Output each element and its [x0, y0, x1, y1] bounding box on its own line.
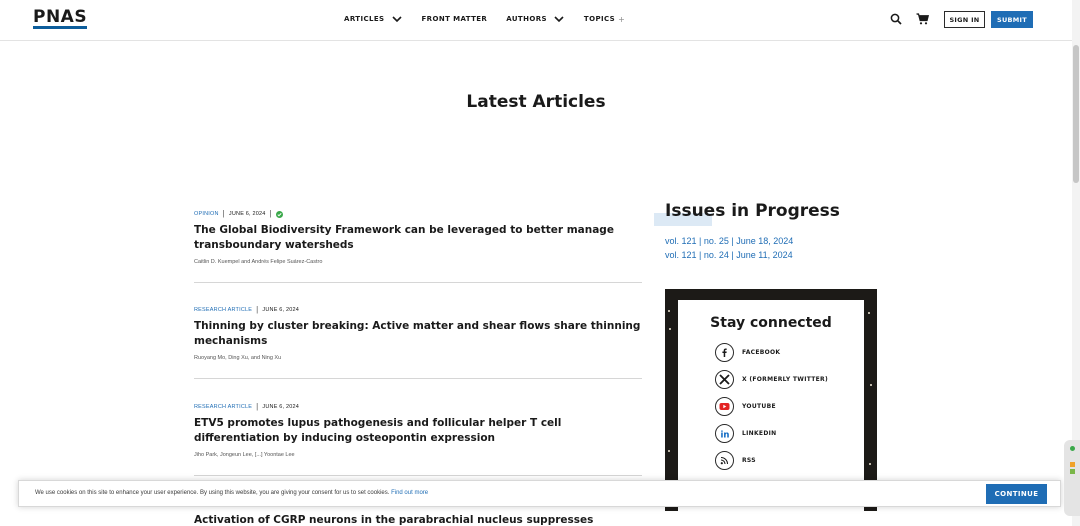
article-authors: Caitlin D. Kuempel and Andrés Felipe Suá…: [194, 259, 323, 265]
nav-topics-label: TOPICS: [583, 15, 616, 23]
meta-separator: |: [269, 209, 272, 218]
article-date: JUNE 6, 2024: [228, 211, 266, 217]
plus-icon: +: [618, 14, 626, 24]
scrollbar-thumb[interactable]: [1073, 45, 1079, 183]
decorative-dot: [668, 310, 670, 312]
article-title[interactable]: ETV5 promotes lupus pathogenesis and fol…: [194, 416, 642, 446]
main-nav: ARTICLES FRONT MATTER AUTHORS TOPICS +: [344, 12, 644, 26]
article-authors: Jiho Park, Jongeun Lee, [...] Yoontae Le…: [194, 452, 295, 458]
social-rss-link[interactable]: RSS: [715, 451, 756, 470]
article-type[interactable]: RESEARCH ARTICLE: [194, 307, 252, 313]
nav-topics[interactable]: TOPICS +: [584, 12, 625, 26]
cart-icon[interactable]: [916, 13, 929, 25]
article-title[interactable]: Thinning by cluster breaking: Active mat…: [194, 319, 642, 349]
article-meta: RESEARCH ARTICLE | JUNE 6, 2024: [194, 305, 642, 315]
social-label: YOUTUBE: [742, 403, 776, 410]
decorative-dot: [870, 384, 872, 386]
social-label: LINKEDIN: [742, 430, 777, 437]
linkedin-icon: in: [715, 424, 734, 443]
social-facebook-link[interactable]: FACEBOOK: [715, 343, 780, 362]
article-type[interactable]: OPINION: [194, 211, 219, 217]
facebook-icon: [715, 343, 734, 362]
sign-in-button[interactable]: SIGN IN: [944, 11, 985, 28]
youtube-icon: [715, 397, 734, 416]
decorative-dot: [868, 312, 870, 314]
search-icon[interactable]: [890, 13, 902, 25]
social-x-link[interactable]: X (FORMERLY TWITTER): [715, 370, 828, 389]
article-item: Activation of CGRP neurons in the parabr…: [194, 513, 642, 526]
widget-bar-icon: [1070, 462, 1075, 467]
social-youtube-link[interactable]: YOUTUBE: [715, 397, 776, 416]
nav-authors[interactable]: AUTHORS: [506, 12, 565, 26]
article-title[interactable]: The Global Biodiversity Framework can be…: [194, 223, 642, 253]
social-label: X (FORMERLY TWITTER): [742, 376, 829, 383]
meta-separator: |: [256, 305, 259, 314]
chevron-down-icon: [391, 16, 402, 23]
cookie-text: We use cookies on this site to enhance y…: [35, 490, 390, 496]
cookie-continue-button[interactable]: CONTINUE: [986, 484, 1047, 504]
status-dot-icon: [1070, 446, 1075, 451]
svg-text:in: in: [720, 430, 729, 439]
widget-bar-icon: [1070, 469, 1075, 474]
article-item: OPINION | JUNE 6, 2024 | The Global Biod…: [194, 209, 642, 283]
nav-articles-label: ARTICLES: [344, 15, 385, 23]
article-date: JUNE 6, 2024: [262, 307, 300, 313]
decorative-dot: [869, 463, 871, 465]
meta-separator: |: [222, 209, 225, 218]
feedback-widget[interactable]: [1064, 440, 1080, 516]
article-date: JUNE 6, 2024: [262, 404, 300, 410]
chevron-down-icon: [554, 16, 564, 23]
social-label: FACEBOOK: [742, 349, 781, 356]
nav-authors-label: AUTHORS: [506, 15, 547, 23]
issue-link[interactable]: vol. 121 | no. 25 | June 18, 2024: [665, 236, 793, 246]
article-meta: OPINION | JUNE 6, 2024 |: [194, 209, 642, 219]
page-title: Latest Articles: [466, 92, 606, 112]
nav-front-matter-label: FRONT MATTER: [421, 15, 488, 23]
nav-articles[interactable]: ARTICLES: [344, 12, 403, 26]
title-divider-shadow: [268, 131, 804, 139]
social-linkedin-link[interactable]: in LINKEDIN: [715, 424, 776, 443]
article-authors: Ruoyang Mo, Ding Xu, and Ning Xu: [194, 355, 282, 361]
x-twitter-icon: [715, 370, 734, 389]
issues-in-progress-heading: Issues in Progress: [665, 201, 840, 221]
article-title[interactable]: Activation of CGRP neurons in the parabr…: [194, 513, 642, 526]
article-meta: RESEARCH ARTICLE | JUNE 6, 2024: [194, 402, 642, 412]
cookie-find-out-more-link[interactable]: Find out more: [391, 490, 428, 496]
pnas-logo[interactable]: PNAS: [33, 9, 88, 29]
cookie-banner: We use cookies on this site to enhance y…: [18, 480, 1061, 507]
decorative-dot: [668, 450, 670, 452]
site-header: PNAS ARTICLES FRONT MATTER AUTHORS TOPIC…: [0, 0, 1072, 41]
decorative-dot: [669, 328, 671, 330]
submit-button[interactable]: SUBMIT: [991, 11, 1033, 28]
article-item: RESEARCH ARTICLE | JUNE 6, 2024 Thinning…: [194, 305, 642, 379]
rss-icon: [715, 451, 734, 470]
issue-link[interactable]: vol. 121 | no. 24 | June 11, 2024: [665, 250, 793, 260]
article-item: RESEARCH ARTICLE | JUNE 6, 2024 ETV5 pro…: [194, 402, 642, 476]
social-label: RSS: [742, 457, 756, 464]
stay-connected-title: Stay connected: [710, 315, 832, 331]
article-type[interactable]: RESEARCH ARTICLE: [194, 404, 252, 410]
open-access-check-icon: [275, 210, 283, 218]
nav-front-matter[interactable]: FRONT MATTER: [422, 12, 488, 26]
meta-separator: |: [256, 402, 259, 411]
cookie-message: We use cookies on this site to enhance y…: [35, 490, 428, 496]
